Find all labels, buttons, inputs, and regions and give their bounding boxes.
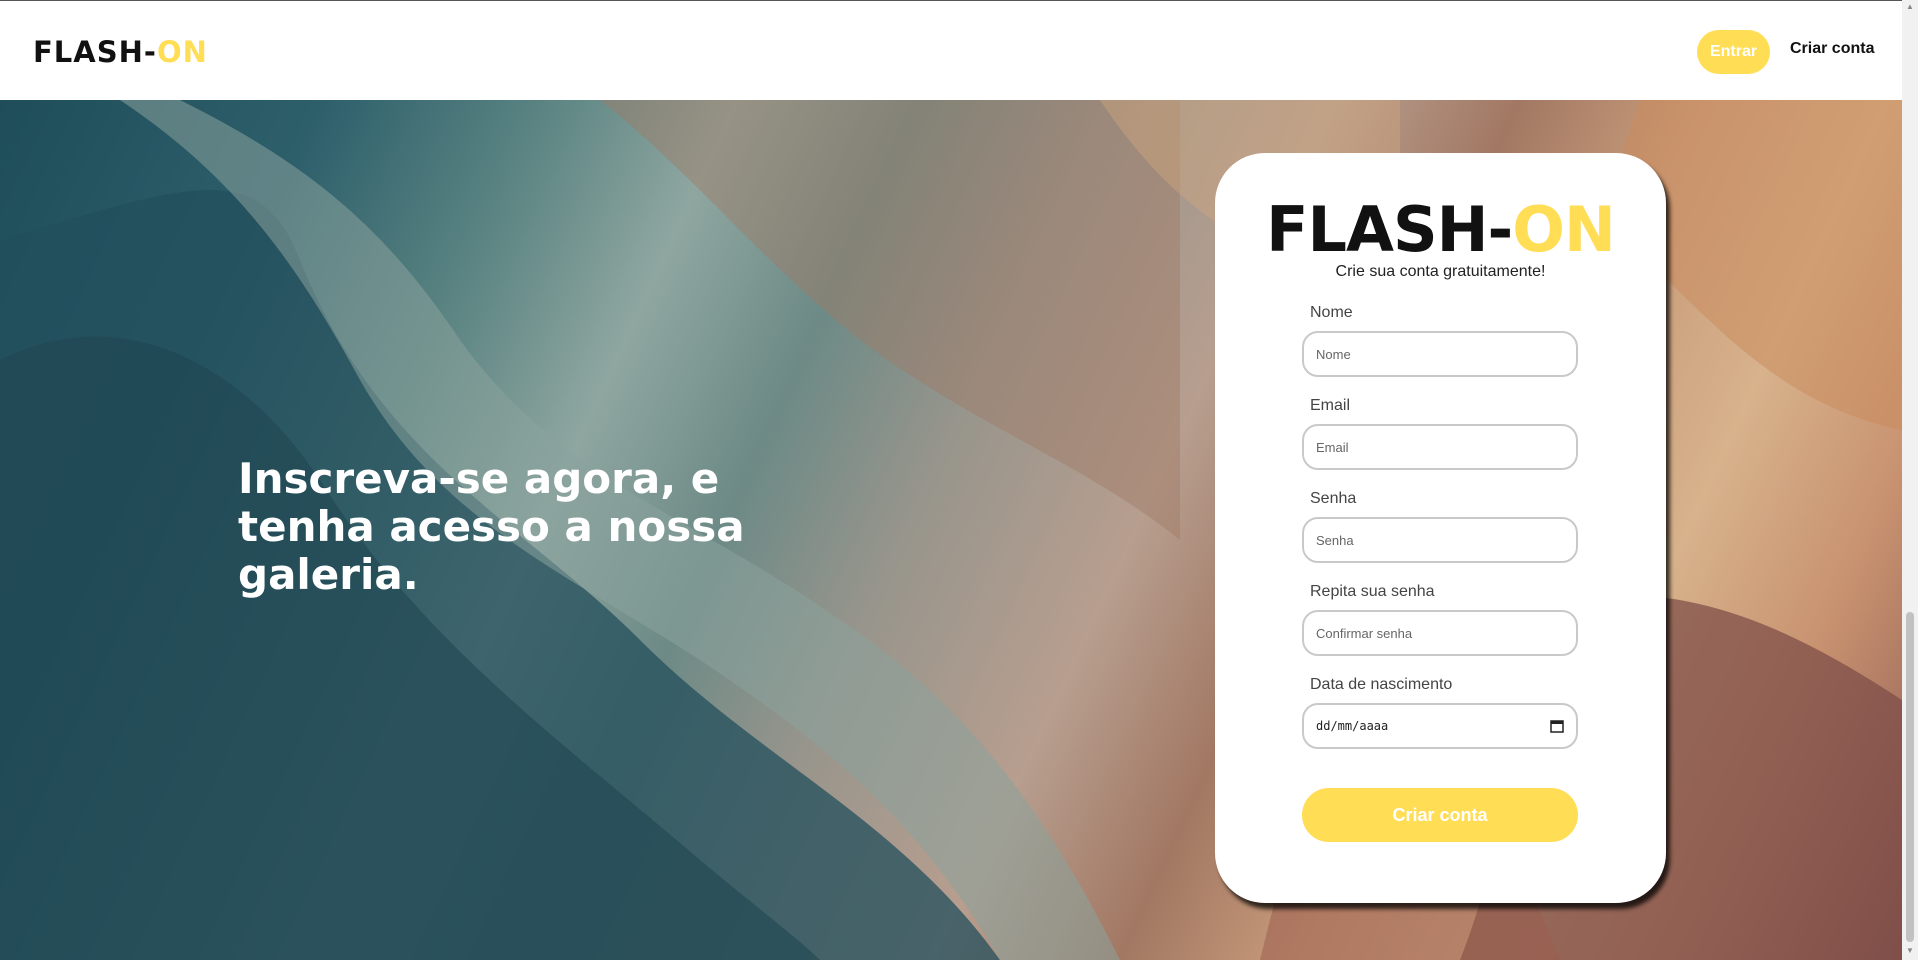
name-input[interactable] [1302, 331, 1578, 377]
birthdate-label: Data de nascimento [1310, 676, 1453, 693]
confirm-password-label: Repita sua senha [1310, 583, 1435, 600]
scroll-down-arrow-icon[interactable]: ▼ [1905, 946, 1915, 956]
confirm-password-input[interactable] [1302, 610, 1578, 656]
header-logo[interactable]: FLASH-ON [33, 35, 208, 69]
password-label: Senha [1310, 490, 1357, 507]
password-input[interactable] [1302, 517, 1578, 563]
calendar-icon[interactable] [1550, 719, 1564, 733]
signup-card: FLASH-ON Crie sua conta gratuitamente! N… [1215, 153, 1666, 903]
top-navbar: FLASH-ON Entrar Criar conta [0, 1, 1902, 100]
scroll-up-arrow-icon[interactable]: ▲ [1905, 2, 1915, 12]
birthdate-placeholder: dd/mm/aaaa [1316, 719, 1389, 733]
form-logo: FLASH-ON [1215, 193, 1666, 266]
header-logo-accent: ON [156, 35, 208, 69]
form-subtitle: Crie sua conta gratuitamente! [1335, 263, 1546, 280]
header-logo-main: FLASH- [33, 35, 157, 69]
scrollbar-thumb[interactable] [1906, 612, 1914, 942]
signup-link[interactable]: Criar conta [1790, 40, 1874, 58]
name-label: Nome [1310, 304, 1353, 321]
hero-headline: Inscreva-se agora, e tenha acesso a noss… [238, 454, 745, 599]
email-label: Email [1310, 397, 1351, 414]
email-input[interactable] [1302, 424, 1578, 470]
login-button[interactable]: Entrar [1697, 30, 1770, 74]
create-account-button[interactable]: Criar conta [1302, 788, 1578, 842]
birthdate-input[interactable]: dd/mm/aaaa [1302, 703, 1578, 749]
form-logo-accent: ON [1512, 193, 1616, 266]
form-logo-main: FLASH- [1266, 193, 1513, 266]
